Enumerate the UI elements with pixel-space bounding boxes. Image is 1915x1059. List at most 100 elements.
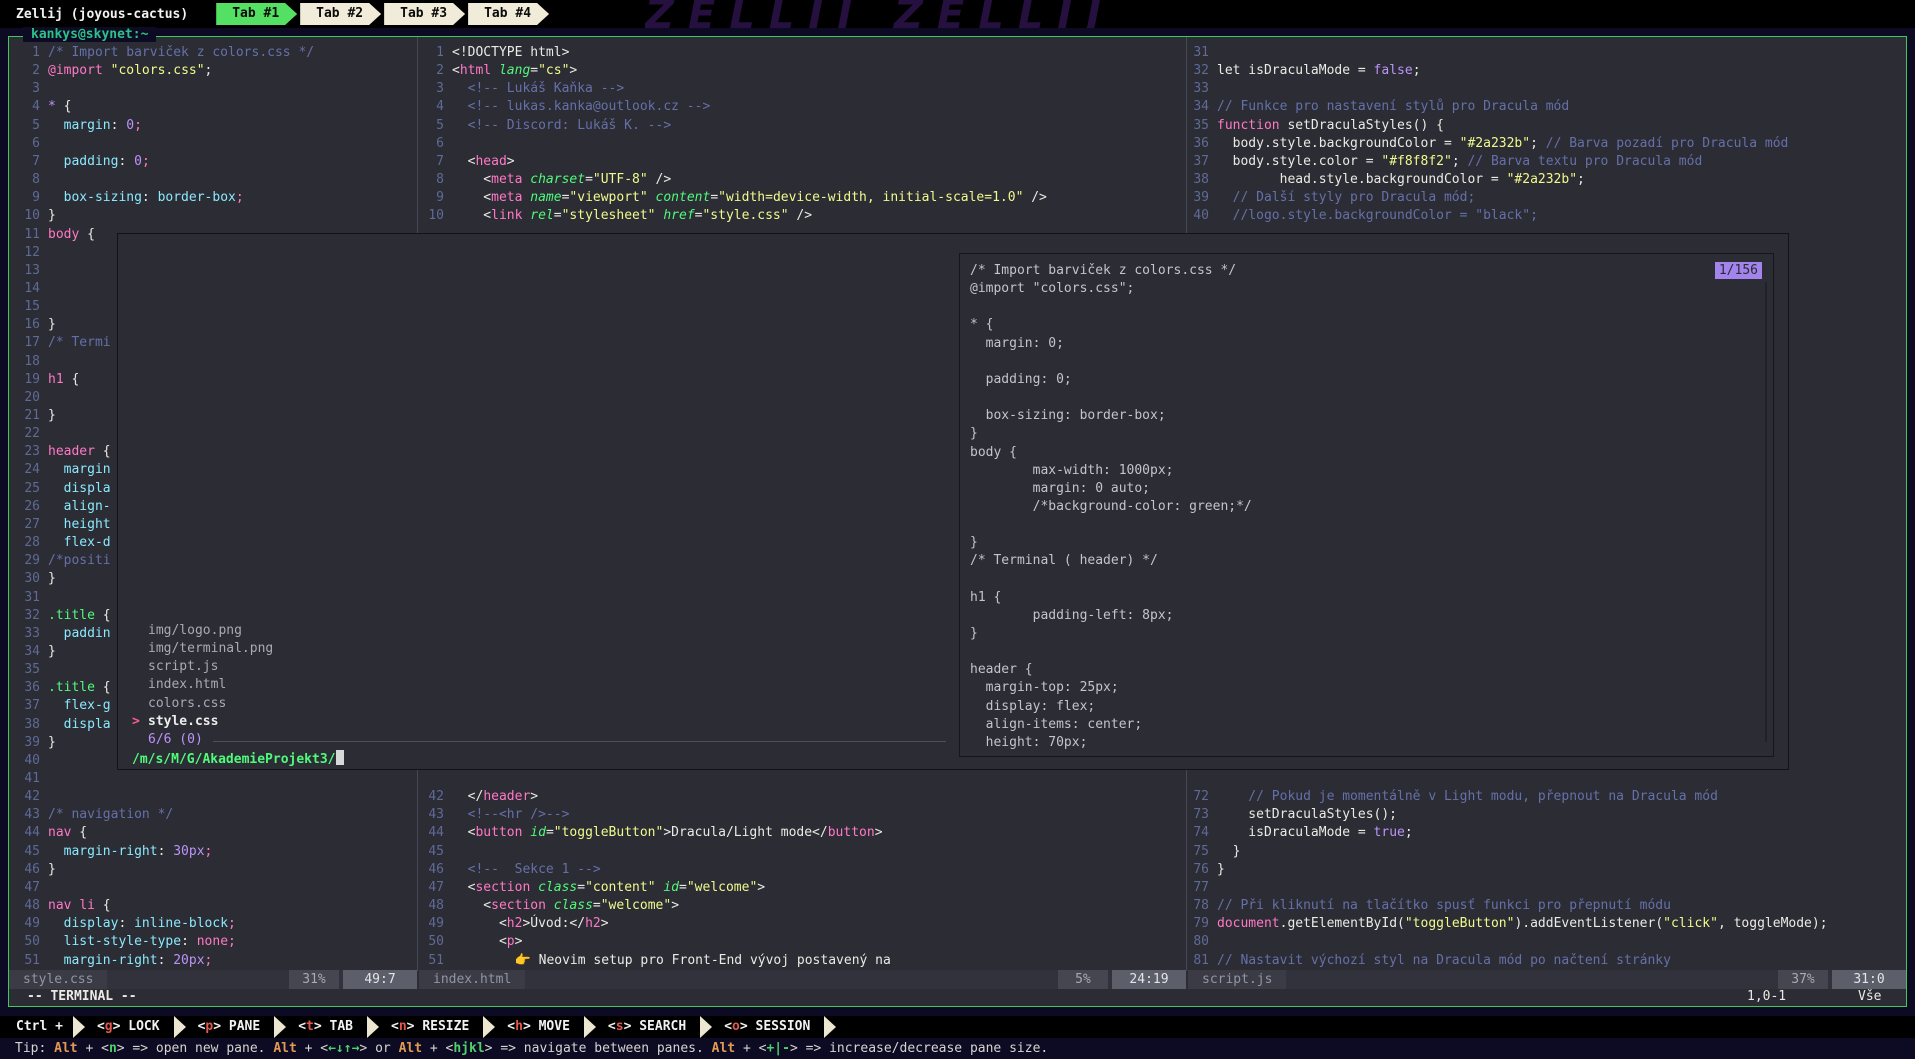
statusline-lineinfo: 24:19 bbox=[1112, 970, 1186, 989]
finder-prompt-input[interactable]: /m/s/M/G/AkademieProjekt3/ bbox=[132, 750, 344, 769]
line-number: 72 bbox=[1179, 789, 1209, 804]
preview-line: body { bbox=[970, 445, 1017, 460]
background-logo-decor: ZELLIJ ZELLIJ bbox=[645, 0, 1230, 28]
statusline-filename: script.js bbox=[1188, 970, 1286, 989]
line-number: 13 bbox=[10, 263, 40, 278]
line-number: 50 bbox=[10, 934, 40, 949]
line-number: 7 bbox=[414, 154, 444, 169]
line-number: 30 bbox=[10, 571, 40, 586]
arrow-separator-icon bbox=[73, 1016, 85, 1038]
line-number: 31 bbox=[10, 590, 40, 605]
tab-tab-4[interactable]: Tab #4 bbox=[468, 3, 549, 25]
line-number: 32 bbox=[10, 608, 40, 623]
preview-line: padding: 0; bbox=[970, 372, 1072, 387]
line-number: 2 bbox=[10, 63, 40, 78]
line-number: 36 bbox=[1179, 136, 1209, 151]
preview-line: box-sizing: border-box; bbox=[970, 408, 1166, 423]
tab-tab-3[interactable]: Tab #3 bbox=[384, 3, 465, 25]
preview-line: header { bbox=[970, 662, 1033, 677]
line-number: 10 bbox=[10, 208, 40, 223]
line-number: 79 bbox=[1179, 916, 1209, 931]
line-number: 45 bbox=[10, 844, 40, 859]
statusline-filename: style.css bbox=[9, 970, 107, 989]
line-number: 32 bbox=[1179, 63, 1209, 78]
keybind-hint-pane[interactable]: <p> PANE bbox=[192, 1016, 275, 1038]
cursor-position: 1,0-1 bbox=[1747, 989, 1786, 1004]
preview-line: * { bbox=[970, 317, 993, 332]
line-number: 1 bbox=[10, 45, 40, 60]
line-number: 34 bbox=[1179, 99, 1209, 114]
preview-line: margin: 0; bbox=[970, 336, 1064, 351]
keybind-hint-tab[interactable]: <t> TAB bbox=[292, 1016, 367, 1038]
line-number: 26 bbox=[10, 499, 40, 514]
statusline-style.css: style.css 31%49:7 bbox=[9, 970, 417, 989]
line-number: 44 bbox=[414, 825, 444, 840]
preview-line: } bbox=[970, 426, 978, 441]
line-number: 12 bbox=[10, 245, 40, 260]
line-number: 17 bbox=[10, 335, 40, 350]
line-number: 48 bbox=[414, 898, 444, 913]
line-number: 16 bbox=[10, 317, 40, 332]
line-number: 42 bbox=[414, 789, 444, 804]
arrow-separator-icon bbox=[367, 1016, 379, 1038]
line-number: 4 bbox=[10, 99, 40, 114]
preview-line: align-items: center; bbox=[970, 717, 1142, 732]
line-number: 1 bbox=[414, 45, 444, 60]
statusline-percent: 31% bbox=[289, 970, 339, 989]
arrow-separator-icon bbox=[174, 1016, 186, 1038]
statusline-percent: 5% bbox=[1058, 970, 1108, 989]
statusline-lineinfo: 49:7 bbox=[343, 970, 417, 989]
tab-tab-2[interactable]: Tab #2 bbox=[300, 3, 381, 25]
line-number: 34 bbox=[10, 644, 40, 659]
floating-finder-window[interactable]: img/logo.pngimg/terminal.pngscript.jsind… bbox=[117, 233, 1789, 770]
preview-line: max-width: 1000px; bbox=[970, 463, 1174, 478]
session-name: Zellij (joyous-cactus) bbox=[0, 7, 188, 22]
tab-tab-1[interactable]: Tab #1 bbox=[216, 3, 297, 25]
arrow-separator-icon bbox=[700, 1016, 712, 1038]
keybind-hint-session[interactable]: <o> SESSION bbox=[718, 1016, 824, 1038]
line-number: 5 bbox=[10, 118, 40, 133]
pane-title: kankys@skynet:~ bbox=[23, 27, 156, 42]
line-number: 47 bbox=[10, 880, 40, 895]
line-number: 51 bbox=[10, 953, 40, 968]
keybind-hint-resize[interactable]: <n> RESIZE bbox=[385, 1016, 483, 1038]
line-number: 37 bbox=[1179, 154, 1209, 169]
line-number: 8 bbox=[10, 172, 40, 187]
line-number: 8 bbox=[414, 172, 444, 187]
line-number: 33 bbox=[1179, 81, 1209, 96]
preview-line: display: flex; bbox=[970, 699, 1095, 714]
line-number: 38 bbox=[10, 717, 40, 732]
keybind-hints: <g> LOCK <p> PANE <t> TAB <n> RESIZE <h> MOV… bbox=[73, 1016, 842, 1038]
line-number: 46 bbox=[414, 862, 444, 877]
vim-command-line: -- TERMINAL -- 1,0-1 Vše bbox=[9, 989, 1906, 1007]
keybind-hint-search[interactable]: <s> SEARCH bbox=[602, 1016, 700, 1038]
line-number: 78 bbox=[1179, 898, 1209, 913]
line-number: 14 bbox=[10, 281, 40, 296]
file-preview-pane: 1/156 /* Import barviček z colors.css */… bbox=[959, 253, 1774, 757]
line-number: 49 bbox=[414, 916, 444, 931]
line-number: 81 bbox=[1179, 953, 1209, 968]
line-number: 73 bbox=[1179, 807, 1209, 822]
line-number: 36 bbox=[10, 680, 40, 695]
line-number: 10 bbox=[414, 208, 444, 223]
preview-line: /* Terminal ( header) */ bbox=[970, 553, 1158, 568]
line-number: 46 bbox=[10, 862, 40, 877]
line-number: 28 bbox=[10, 535, 40, 550]
keybind-hint-lock[interactable]: <g> LOCK bbox=[91, 1016, 174, 1038]
statusline-lineinfo: 31:0 bbox=[1832, 970, 1906, 989]
keybind-hint-move[interactable]: <h> MOVE bbox=[501, 1016, 584, 1038]
arrow-separator-icon bbox=[584, 1016, 596, 1038]
line-number: 27 bbox=[10, 517, 40, 532]
preview-scrollbar[interactable] bbox=[1765, 282, 1767, 742]
line-number: 50 bbox=[414, 934, 444, 949]
ctrl-prefix-label: Ctrl + bbox=[0, 1016, 73, 1038]
line-number: 44 bbox=[10, 825, 40, 840]
line-number: 76 bbox=[1179, 862, 1209, 877]
line-number: 29 bbox=[10, 553, 40, 568]
preview-line: h1 { bbox=[970, 590, 1001, 605]
line-number: 42 bbox=[10, 789, 40, 804]
zellij-status-bar: Ctrl + <g> LOCK <p> PANE <t> TAB <n> RESIZE… bbox=[0, 1016, 1915, 1038]
line-number: 37 bbox=[10, 698, 40, 713]
line-number: 9 bbox=[414, 190, 444, 205]
line-number: 77 bbox=[1179, 880, 1209, 895]
